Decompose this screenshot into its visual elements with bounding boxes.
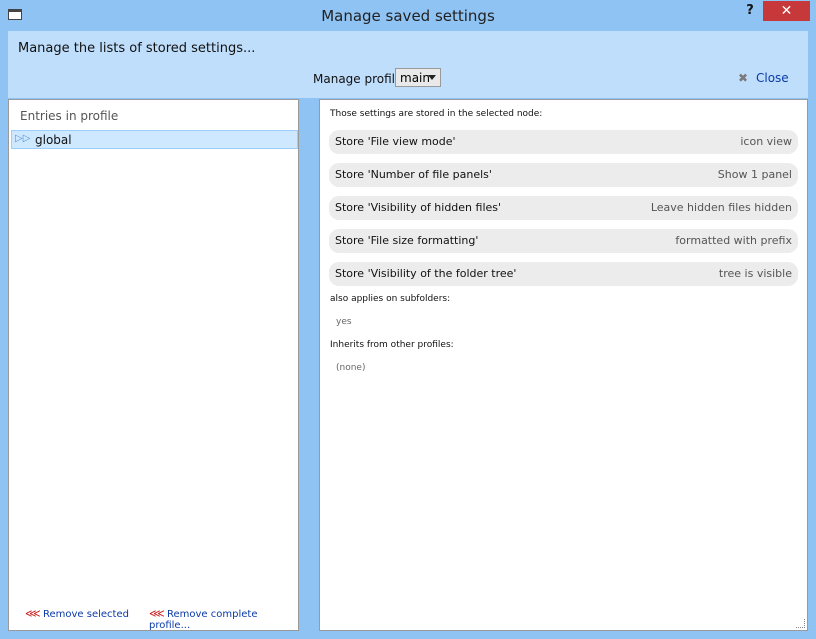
profile-dropdown-value: main xyxy=(400,71,430,85)
window-title: Manage saved settings xyxy=(321,7,495,25)
settings-row-key: Store 'File view mode' xyxy=(335,135,456,148)
profile-dropdown[interactable]: main xyxy=(395,68,441,87)
entries-panel: Entries in profile ▷▷ global ⋘ Remove sel… xyxy=(8,99,299,631)
settings-row-value: formatted with prefix xyxy=(675,234,792,247)
settings-row-value: Leave hidden files hidden xyxy=(650,201,792,214)
remove-selected-label: Remove selected xyxy=(43,609,129,620)
settings-row-value: icon view xyxy=(740,135,792,148)
settings-panel: Those settings are stored in the selecte… xyxy=(319,99,808,631)
settings-intro: Those settings are stored in the selecte… xyxy=(330,109,543,119)
close-link[interactable]: ✖ Close xyxy=(738,71,789,85)
inherits-value: (none) xyxy=(336,363,366,373)
settings-row[interactable]: Store 'Visibility of the folder tree' tr… xyxy=(329,262,798,286)
settings-row-key: Store 'Number of file panels' xyxy=(335,168,492,181)
entries-heading: Entries in profile xyxy=(20,109,119,123)
share-remove-all-icon: ⋘ xyxy=(149,607,165,620)
entries-actions: ⋘ Remove selected ⋘ Remove complete profil… xyxy=(9,607,298,631)
settings-row[interactable]: Store 'Visibility of hidden files' Leave… xyxy=(329,196,798,220)
remove-selected-link[interactable]: ⋘ Remove selected xyxy=(25,607,129,620)
header-panel: Manage the lists of stored settings... M… xyxy=(8,31,808,98)
remove-profile-label: Remove complete profile... xyxy=(149,609,258,631)
share-remove-icon: ⋘ xyxy=(25,607,41,620)
inherits-label: Inherits from other profiles: xyxy=(330,340,454,350)
settings-row-value: Show 1 panel xyxy=(717,168,792,181)
subfolders-label: also applies on subfolders: xyxy=(330,294,451,304)
settings-row-key: Store 'Visibility of hidden files' xyxy=(335,201,502,214)
list-item-label: global xyxy=(35,133,72,147)
resize-grip[interactable] xyxy=(796,619,805,628)
close-x-icon: ✖ xyxy=(738,71,749,85)
settings-row[interactable]: Store 'File size formatting' formatted w… xyxy=(329,229,798,253)
profile-label: Manage profile: xyxy=(313,72,407,86)
header-description: Manage the lists of stored settings... xyxy=(18,41,256,56)
list-item-global[interactable]: ▷▷ global xyxy=(11,130,298,149)
title-bar[interactable]: Manage saved settings ? ✕ xyxy=(0,0,816,31)
settings-row[interactable]: Store 'File view mode' icon view xyxy=(329,130,798,154)
remove-profile-link[interactable]: ⋘ Remove complete profile... xyxy=(149,607,298,631)
arrow-icon: ▷▷ xyxy=(15,133,31,144)
close-link-label: Close xyxy=(756,71,789,85)
settings-row[interactable]: Store 'Number of file panels' Show 1 pan… xyxy=(329,163,798,187)
help-button[interactable]: ? xyxy=(742,3,758,18)
dialog-window: Manage saved settings ? ✕ Manage the lis… xyxy=(0,0,816,639)
chevron-down-icon xyxy=(428,75,436,80)
subfolders-value: yes xyxy=(336,317,352,327)
settings-row-key: Store 'Visibility of the folder tree' xyxy=(335,267,517,280)
window-close-button[interactable]: ✕ xyxy=(763,1,810,21)
settings-row-key: Store 'File size formatting' xyxy=(335,234,479,247)
settings-row-value: tree is visible xyxy=(718,267,792,280)
